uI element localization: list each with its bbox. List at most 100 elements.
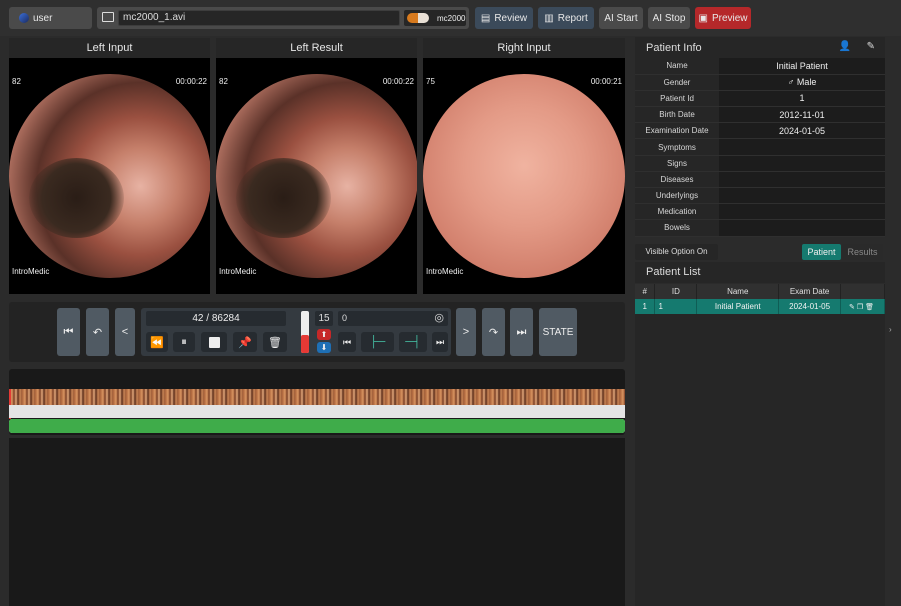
frame-number: 75 (426, 77, 435, 86)
report-label: Report (557, 12, 588, 24)
info-key: Diseases (635, 171, 719, 189)
playback-controls: ⏮ ↶ < 42 / 86284 ⏪ ⏸ 📌 🗑 15 ⬆ ⬇ 0 ◎ ⏮ ├─… (9, 302, 625, 362)
rewind-button[interactable]: ⏪ (146, 332, 168, 352)
stop-button[interactable] (201, 332, 227, 352)
pin-button[interactable]: 📌 (233, 332, 257, 352)
review-label: Review (494, 12, 528, 24)
info-value[interactable] (719, 171, 885, 189)
patient-info-title: Patient Info (646, 41, 702, 54)
left-result-view[interactable]: 82 00:00:22 IntroMedic (216, 58, 417, 294)
info-value[interactable]: 2024-01-05 (719, 122, 885, 140)
capsule-icon (407, 13, 429, 23)
dark-region (29, 158, 124, 238)
timestamp: 00:00:21 (590, 77, 622, 86)
patient-info-row: Diseases (635, 171, 885, 189)
info-value[interactable] (719, 155, 885, 172)
mark-out-button[interactable]: ─┤ (399, 332, 427, 352)
user-icon (19, 13, 29, 23)
visible-option-toggle[interactable]: Visible Option On (635, 243, 718, 260)
timeline-panel (9, 369, 625, 435)
info-value[interactable] (719, 187, 885, 205)
skip-start-button[interactable]: ⏮ (57, 308, 80, 356)
patient-info-row: Signs (635, 155, 885, 172)
state-button[interactable]: STATE (539, 308, 577, 356)
preview-button[interactable]: ▣ Preview (695, 7, 751, 29)
info-value[interactable] (719, 219, 885, 237)
playback-panel: 42 / 86284 ⏪ ⏸ 📌 🗑 15 ⬆ ⬇ 0 ◎ ⏮ ├─ ─┤ ⏭ (141, 308, 451, 356)
delete-button[interactable]: 🗑 (263, 332, 287, 352)
speed-down-button[interactable]: ⬇ (317, 342, 331, 353)
patient-info-panel: Patient Info 👤 ✎ Name Initial Patient Gend… (635, 37, 885, 265)
row-id: 1 (654, 299, 698, 314)
brand-label: IntroMedic (219, 267, 257, 276)
tab-patient[interactable]: Patient (802, 243, 841, 260)
info-value[interactable]: Initial Patient (719, 58, 885, 75)
brand-label: IntroMedic (426, 267, 464, 276)
speed-slider[interactable] (301, 311, 309, 353)
review-button[interactable]: ▤ Review (475, 7, 533, 29)
edit-row-icon[interactable]: ✎ (849, 304, 857, 311)
pause-button[interactable]: ⏸ (173, 332, 195, 352)
patient-info-row: Examination Date 2024-01-05 (635, 122, 885, 140)
edit-icon[interactable]: ✎ (867, 41, 875, 52)
skip-end-button[interactable]: ⏭ (510, 308, 533, 356)
target-icon[interactable]: ◎ (434, 312, 444, 325)
folder-icon[interactable] (102, 12, 114, 22)
info-key: Name (635, 58, 719, 75)
frame-search-field[interactable]: 0 ◎ (338, 311, 448, 326)
right-input-title: Right Input (423, 38, 625, 58)
timeline-track[interactable] (9, 405, 625, 418)
info-value[interactable]: 2012-11-01 (719, 106, 885, 124)
col-actions (840, 284, 885, 299)
jump-first-button[interactable]: ⏮ (338, 332, 356, 352)
pdf-icon: ▣ (698, 12, 708, 24)
table-row[interactable]: 1 1 Initial Patient 2024-01-05 ✎❐🗑 (635, 299, 885, 314)
info-value[interactable] (719, 138, 885, 156)
review-icon: ▤ (480, 12, 491, 24)
speed-slider-fill (301, 335, 309, 353)
patient-info-row: Name Initial Patient (635, 58, 885, 75)
model-selector[interactable]: mc2000 (404, 10, 466, 26)
tab-results[interactable]: Results (842, 243, 883, 260)
user-label: user (33, 12, 53, 24)
report-button[interactable]: ▥ Report (538, 7, 594, 29)
info-value[interactable]: ♂ Male (719, 74, 885, 91)
jump-last-button[interactable]: ⏭ (432, 332, 448, 352)
user-button[interactable]: user (9, 7, 92, 29)
timestamp: 00:00:22 (175, 77, 207, 86)
right-input-view[interactable]: 75 00:00:21 IntroMedic (423, 58, 625, 294)
ai-stop-button[interactable]: AI Stop (648, 7, 690, 29)
row-name: Initial Patient (696, 299, 780, 314)
undo-button[interactable]: ↶ (86, 308, 109, 356)
preview-label: Preview (711, 12, 748, 24)
patient-list-table: # ID Name Exam Date 1 1 Initial Patient … (635, 284, 885, 314)
col-exam-date: Exam Date (778, 284, 842, 299)
patient-list-title: Patient List (646, 266, 701, 278)
ai-start-button[interactable]: AI Start (599, 7, 643, 29)
progress-bar[interactable] (9, 419, 625, 433)
report-icon: ▥ (544, 12, 554, 24)
info-value[interactable]: 1 (719, 90, 885, 108)
left-input-view[interactable]: 82 00:00:22 IntroMedic (9, 58, 210, 294)
info-key: Underlyings (635, 187, 719, 205)
chevron-right-icon[interactable]: › (889, 325, 892, 334)
info-key: Symptoms (635, 138, 719, 156)
info-key: Signs (635, 155, 719, 172)
right-scrollbar[interactable]: › (886, 37, 901, 606)
next-frame-button[interactable]: > (456, 308, 476, 356)
info-key: Bowels (635, 219, 719, 237)
redo-button[interactable]: ↷ (482, 308, 505, 356)
patient-info-table: Name Initial Patient Gender ♂ Male Patient I… (635, 58, 885, 237)
speed-up-button[interactable]: ⬆ (317, 329, 331, 340)
patient-list-body (635, 314, 885, 606)
prev-frame-button[interactable]: < (115, 308, 135, 356)
file-name-field[interactable]: mc2000_1.avi (118, 10, 400, 26)
mark-in-button[interactable]: ├─ (361, 332, 394, 352)
frame-number: 82 (219, 77, 228, 86)
add-user-icon[interactable]: 👤 (839, 41, 851, 52)
color-bar[interactable] (9, 389, 625, 405)
delete-row-icon[interactable]: 🗑 (865, 304, 876, 311)
info-value[interactable] (719, 203, 885, 221)
patient-info-row: Gender ♂ Male (635, 74, 885, 91)
copy-row-icon[interactable]: ❐ (857, 304, 865, 311)
